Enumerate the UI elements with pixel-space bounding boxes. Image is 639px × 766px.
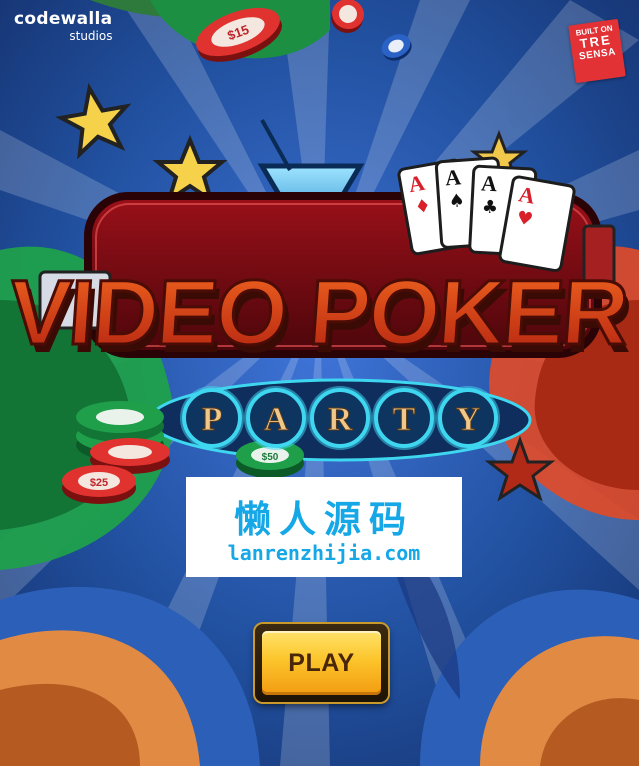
party-letter-1: P bbox=[180, 386, 244, 450]
party-letter-3: R bbox=[308, 386, 372, 450]
game-title-screen: $15 A ♦ A ♠ A ♣ A ♥ $25 $50 VIDEO POKER … bbox=[0, 0, 639, 766]
card-rank: A bbox=[444, 164, 462, 190]
party-subtitle: PARTY bbox=[180, 386, 500, 450]
playing-card-4: A♥ bbox=[498, 175, 576, 273]
play-button-face[interactable]: PLAY bbox=[262, 631, 381, 695]
developer-logo: codewalla studios bbox=[14, 10, 112, 43]
developer-sub: studios bbox=[69, 29, 113, 43]
watermark-banner: 懒人源码 lanrenzhijia.com bbox=[186, 477, 462, 577]
party-letter-text: R bbox=[328, 401, 353, 438]
watermark-url: lanrenzhijia.com bbox=[227, 541, 421, 565]
video-poker-title: VIDEO POKER VIDEO POKER bbox=[5, 260, 636, 372]
platform-badge: BUILT ON TRE SENSA bbox=[568, 18, 626, 84]
party-letter-5: Y bbox=[436, 386, 500, 450]
developer-name: codewalla bbox=[14, 9, 113, 29]
card-suit-icon: ♠ bbox=[448, 190, 466, 212]
card-suit-icon: ♣ bbox=[481, 196, 498, 218]
party-letter-2: A bbox=[244, 386, 308, 450]
party-letter-4: T bbox=[372, 386, 436, 450]
party-letter-text: T bbox=[393, 401, 416, 438]
play-button[interactable]: PLAY bbox=[255, 624, 388, 702]
party-letter-text: P bbox=[202, 401, 223, 438]
svg-text:$25: $25 bbox=[90, 477, 108, 489]
svg-text:VIDEO POKER: VIDEO POKER bbox=[6, 261, 631, 364]
party-letter-text: A bbox=[264, 401, 289, 438]
watermark-chinese-text: 懒人源码 bbox=[234, 498, 414, 541]
card-rank: A bbox=[480, 170, 497, 196]
party-letter-text: Y bbox=[456, 401, 481, 438]
chip-icon: $25 bbox=[62, 465, 136, 504]
svg-text:$50: $50 bbox=[262, 452, 279, 463]
play-button-label: PLAY bbox=[288, 649, 355, 677]
